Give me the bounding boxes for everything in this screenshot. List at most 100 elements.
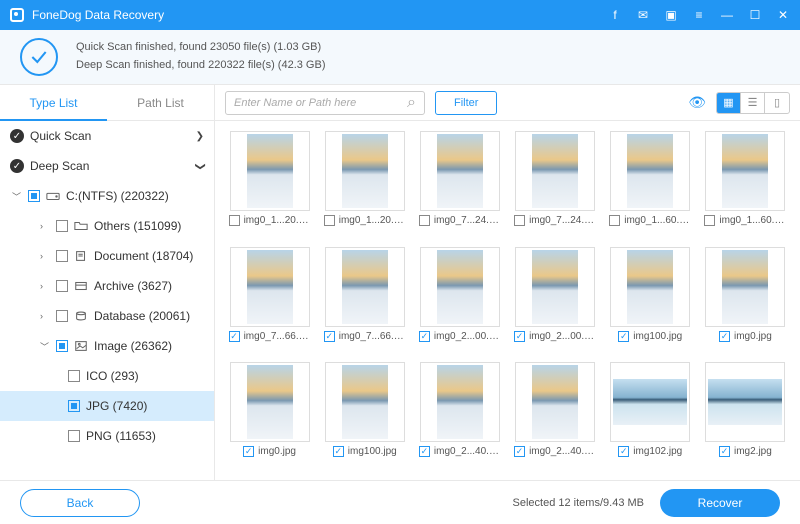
checkbox-icon[interactable] xyxy=(229,215,240,226)
thumbnail-item[interactable]: img0_7...24.jpg xyxy=(510,131,599,239)
tree-jpg[interactable]: JPG (7420) xyxy=(0,391,214,421)
checkbox-icon[interactable] xyxy=(333,446,344,457)
footer: Back Selected 12 items/9.43 MB Recover xyxy=(0,480,800,524)
checkbox-icon[interactable] xyxy=(229,331,240,342)
checkbox-icon[interactable] xyxy=(28,190,40,202)
tree-archive[interactable]: › Archive (3627) xyxy=(0,271,214,301)
checkbox-icon[interactable] xyxy=(609,215,620,226)
checkbox-icon[interactable] xyxy=(56,220,68,232)
checkbox-icon[interactable] xyxy=(719,446,730,457)
tree-others[interactable]: › Others (151099) xyxy=(0,211,214,241)
thumbnail-image xyxy=(420,247,500,327)
sidebar: Type List Path List ✓ Quick Scan ❯ ✓ Dee… xyxy=(0,85,215,480)
search-icon[interactable]: ⌕ xyxy=(407,94,416,112)
thumbnail-image xyxy=(705,247,785,327)
thumbnail-item[interactable]: img100.jpg xyxy=(320,362,409,470)
checkbox-icon[interactable] xyxy=(324,215,335,226)
chevron-down-icon: ﹀ xyxy=(40,340,50,353)
thumbnail-image xyxy=(610,131,690,211)
view-grid-icon[interactable]: ▦ xyxy=(717,93,741,113)
tree-ico[interactable]: ICO (293) xyxy=(0,361,214,391)
tab-path-list[interactable]: Path List xyxy=(107,85,214,120)
view-list-icon[interactable]: ☰ xyxy=(741,93,765,113)
thumbnail-image xyxy=(420,131,500,211)
thumbnail-item[interactable]: img2.jpg xyxy=(701,362,790,470)
feedback-icon[interactable]: ✉ xyxy=(636,8,650,22)
share-facebook-icon[interactable]: f xyxy=(608,8,622,22)
back-button[interactable]: Back xyxy=(20,489,140,517)
filter-button[interactable]: Filter xyxy=(435,91,497,115)
checkbox-icon[interactable] xyxy=(56,310,68,322)
thumbnail-item[interactable]: img0_1...60.jpg xyxy=(701,131,790,239)
checkbox-icon[interactable] xyxy=(514,215,525,226)
tree-png[interactable]: PNG (11653) xyxy=(0,421,214,451)
archive-icon xyxy=(74,280,88,292)
thumbnail-item[interactable]: img102.jpg xyxy=(606,362,695,470)
tree-document[interactable]: › Document (18704) xyxy=(0,241,214,271)
file-name: img0_7...66.jpg xyxy=(339,331,406,342)
checkbox-icon[interactable] xyxy=(704,215,715,226)
checkbox-icon[interactable] xyxy=(68,430,80,442)
thumbnail-item[interactable]: img0_2...40.jpg xyxy=(510,362,599,470)
folder-icon xyxy=(74,220,88,232)
thumbnail-item[interactable]: img0.jpg xyxy=(701,247,790,355)
file-name: img0_2...40.jpg xyxy=(529,446,596,457)
document-icon xyxy=(74,250,88,262)
thumbnail-item[interactable]: img0_7...66.jpg xyxy=(225,247,314,355)
checkbox-icon[interactable] xyxy=(419,446,430,457)
checkbox-icon[interactable] xyxy=(56,340,68,352)
tree-drive[interactable]: ﹀ C:(NTFS) (220322) xyxy=(0,181,214,211)
tree-quick-scan[interactable]: ✓ Quick Scan ❯ xyxy=(0,121,214,151)
chevron-right-icon: › xyxy=(40,221,50,231)
file-name: img0_2...00.jpg xyxy=(434,331,501,342)
checkbox-icon[interactable] xyxy=(419,331,430,342)
thumbnail-item[interactable]: img0_2...00.jpg xyxy=(510,247,599,355)
thumbnail-item[interactable]: img0_2...00.jpg xyxy=(415,247,504,355)
thumbnail-image xyxy=(230,131,310,211)
tab-type-list[interactable]: Type List xyxy=(0,85,107,120)
preview-icon[interactable]: 👁 xyxy=(688,94,706,111)
tree-image[interactable]: ﹀ Image (26362) xyxy=(0,331,214,361)
thumbnail-item[interactable]: img0.jpg xyxy=(225,362,314,470)
image-icon xyxy=(74,340,88,352)
tree-deep-scan[interactable]: ✓ Deep Scan ❯ xyxy=(0,151,214,181)
checkbox-icon[interactable] xyxy=(324,331,335,342)
checkbox-icon[interactable] xyxy=(618,331,629,342)
tree-database[interactable]: › Database (20061) xyxy=(0,301,214,331)
file-name: img0.jpg xyxy=(734,331,772,342)
thumbnail-item[interactable]: img0_7...24.jpg xyxy=(415,131,504,239)
app-logo-icon xyxy=(10,8,24,22)
thumbnail-item[interactable]: img0_1...60.jpg xyxy=(606,131,695,239)
search-input[interactable] xyxy=(234,97,401,109)
thumbnail-item[interactable]: img0_1...20.jpg xyxy=(225,131,314,239)
save-icon[interactable]: ▣ xyxy=(664,8,678,22)
checkbox-icon[interactable] xyxy=(243,446,254,457)
checkbox-icon[interactable] xyxy=(719,331,730,342)
chevron-down-icon: ❯ xyxy=(194,162,205,170)
thumbnail-item[interactable]: img100.jpg xyxy=(606,247,695,355)
search-box[interactable]: ⌕ xyxy=(225,91,425,115)
checkbox-icon[interactable] xyxy=(618,446,629,457)
close-icon[interactable]: ✕ xyxy=(776,8,790,22)
window-controls: f ✉ ▣ ≡ — ☐ ✕ xyxy=(608,8,790,22)
thumbnail-item[interactable]: img0_2...40.jpg xyxy=(415,362,504,470)
menu-icon[interactable]: ≡ xyxy=(692,8,706,22)
checkbox-icon[interactable] xyxy=(514,331,525,342)
checkbox-icon[interactable] xyxy=(56,280,68,292)
thumbnail-image xyxy=(420,362,500,442)
maximize-icon[interactable]: ☐ xyxy=(748,8,762,22)
minimize-icon[interactable]: — xyxy=(720,8,734,22)
checkbox-icon[interactable] xyxy=(514,446,525,457)
chevron-down-icon: ﹀ xyxy=(12,190,22,203)
checkbox-icon[interactable] xyxy=(68,400,80,412)
thumbnail-item[interactable]: img0_1...20.jpg xyxy=(320,131,409,239)
thumbnail-item[interactable]: img0_7...66.jpg xyxy=(320,247,409,355)
recover-button[interactable]: Recover xyxy=(660,489,780,517)
view-detail-icon[interactable]: ▯ xyxy=(765,93,789,113)
database-icon xyxy=(74,310,88,322)
checkbox-icon[interactable] xyxy=(419,215,430,226)
file-name: img100.jpg xyxy=(348,446,397,457)
checkbox-icon[interactable] xyxy=(56,250,68,262)
file-name: img0_7...24.jpg xyxy=(434,215,501,226)
checkbox-icon[interactable] xyxy=(68,370,80,382)
